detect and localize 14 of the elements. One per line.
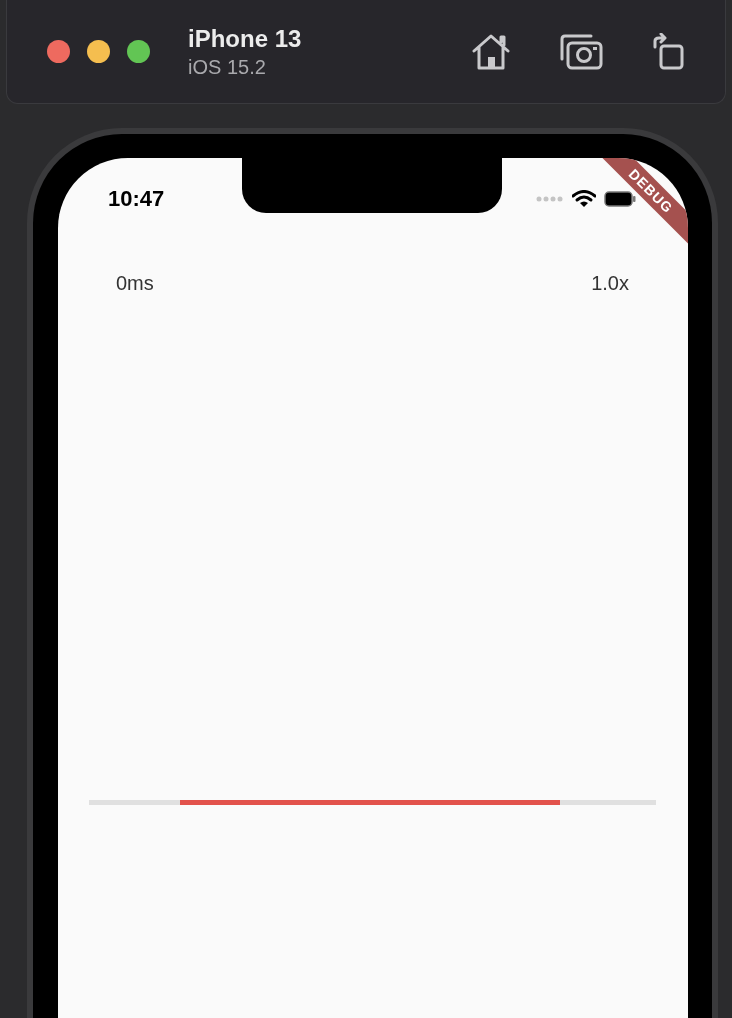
- status-time: 10:47: [108, 186, 165, 212]
- screenshot-icon[interactable]: [559, 32, 603, 71]
- position-label: 0ms: [116, 272, 154, 295]
- rotate-icon[interactable]: [651, 32, 685, 71]
- wifi-icon: [572, 190, 596, 208]
- window-subtitle: iOS 15.2: [188, 55, 267, 79]
- progress-track[interactable]: [89, 800, 656, 805]
- minimize-button[interactable]: [87, 40, 110, 63]
- window-title: iPhone 13: [188, 24, 302, 53]
- speed-label: 1.0x: [591, 272, 629, 295]
- zoom-button[interactable]: [127, 40, 150, 63]
- home-icon[interactable]: [471, 32, 511, 71]
- close-button[interactable]: [47, 40, 70, 63]
- signal-icon: [536, 196, 564, 202]
